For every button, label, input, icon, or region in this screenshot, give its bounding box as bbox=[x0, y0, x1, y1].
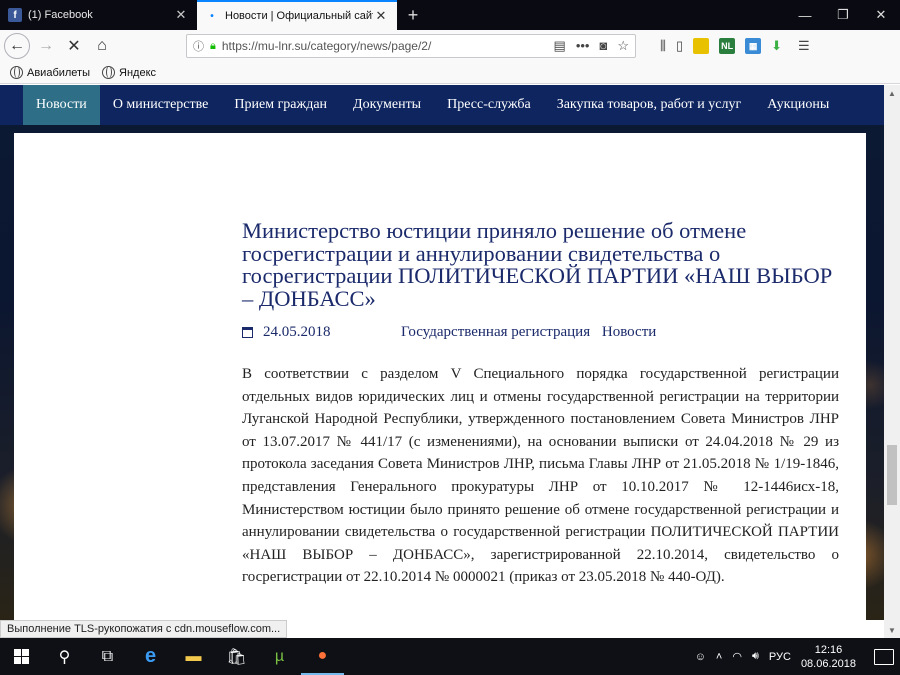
nav-item-reception[interactable]: Прием граждан bbox=[221, 85, 340, 125]
scrollbar-thumb[interactable] bbox=[887, 445, 897, 505]
forward-button[interactable]: → bbox=[32, 32, 60, 60]
page-viewport: Новости О министерстве Прием граждан Док… bbox=[0, 85, 884, 620]
tray-chevron-icon[interactable]: ˄ bbox=[716, 651, 722, 663]
bookmark-yandex[interactable]: Яндекс bbox=[102, 66, 156, 79]
info-icon[interactable]: ⓘ bbox=[193, 38, 204, 54]
file-explorer-icon[interactable]: ▬ bbox=[172, 638, 215, 675]
globe-icon bbox=[102, 66, 116, 79]
browser-tab-bar: f (1) Facebook ✕ • Новости | Официальный… bbox=[0, 0, 900, 30]
extension-flag-icon[interactable] bbox=[693, 38, 710, 54]
site-main-nav: Новости О министерстве Прием граждан Док… bbox=[0, 85, 884, 125]
calendar-icon bbox=[242, 327, 253, 338]
scroll-up-icon[interactable]: ▲ bbox=[884, 85, 900, 101]
tab-facebook[interactable]: f (1) Facebook ✕ bbox=[0, 0, 197, 30]
clock-date: 08.06.2018 bbox=[800, 657, 856, 670]
bookmark-aviabilety[interactable]: Авиабилеты bbox=[10, 66, 90, 79]
article-body: В соответствии с разделом V Специального… bbox=[242, 366, 839, 586]
download-icon[interactable]: ⬇ bbox=[771, 38, 782, 54]
address-bar[interactable]: ⓘ 🔒︎ https://mu-lnr.su/category/news/pag… bbox=[186, 34, 636, 58]
facebook-icon: f bbox=[8, 8, 22, 22]
search-icon[interactable]: ⚲ bbox=[43, 638, 86, 675]
notifications-icon[interactable] bbox=[874, 648, 894, 665]
home-button[interactable]: ⌂ bbox=[88, 32, 116, 60]
tab-title: Новости | Официальный сайт bbox=[225, 10, 373, 22]
edge-icon[interactable]: e bbox=[129, 638, 172, 675]
firefox-icon[interactable]: ● bbox=[301, 638, 344, 675]
close-tab-icon[interactable]: ✕ bbox=[173, 7, 189, 23]
vertical-scrollbar[interactable]: ▲ ▼ bbox=[884, 85, 900, 638]
people-icon[interactable]: ☺ bbox=[695, 651, 706, 663]
article-date: 24.05.2018 bbox=[263, 324, 331, 340]
bookmark-label: Авиабилеты bbox=[27, 66, 91, 79]
browser-toolbar: ← → ✕ ⌂ ⓘ 🔒︎ https://mu-lnr.su/category/… bbox=[0, 30, 900, 62]
reader-view-icon[interactable]: ▤ bbox=[554, 38, 566, 54]
volume-icon[interactable]: 🔊︎ bbox=[752, 650, 759, 663]
store-icon[interactable]: 🛍︎ bbox=[215, 638, 258, 675]
globe-icon bbox=[10, 66, 23, 79]
bookmark-label: Яндекс bbox=[119, 66, 157, 79]
windows-logo-icon bbox=[14, 649, 29, 664]
status-bar: Выполнение TLS-рукопожатия с cdn.mousefl… bbox=[0, 620, 288, 638]
nav-item-about[interactable]: О министерстве bbox=[100, 85, 222, 125]
window-controls: — ❐ ✕ bbox=[786, 0, 900, 30]
nav-item-news[interactable]: Новости bbox=[23, 85, 100, 125]
loading-dot-icon: • bbox=[210, 10, 214, 22]
minimize-icon[interactable]: — bbox=[786, 0, 824, 30]
back-button[interactable]: ← bbox=[4, 33, 30, 59]
start-button[interactable] bbox=[0, 638, 43, 675]
lock-icon: 🔒︎ bbox=[210, 39, 216, 52]
scroll-down-icon[interactable]: ▼ bbox=[884, 622, 900, 638]
utorrent-icon[interactable]: µ bbox=[258, 638, 301, 675]
network-icon[interactable]: ◠ bbox=[732, 650, 742, 663]
restore-icon[interactable]: ❐ bbox=[824, 0, 862, 30]
bookmark-star-icon[interactable]: ☆ bbox=[617, 38, 629, 54]
nav-item-procurement[interactable]: Закупка товаров, работ и услуг bbox=[544, 85, 755, 125]
pocket-icon[interactable]: ◙ bbox=[599, 38, 607, 54]
menu-icon[interactable]: ☰ bbox=[798, 38, 810, 54]
task-view-icon[interactable]: ⧉ bbox=[86, 638, 129, 675]
extension-grid-icon[interactable]: ▦ bbox=[745, 38, 762, 54]
close-tab-icon[interactable]: ✕ bbox=[373, 8, 389, 24]
article-title[interactable]: Министерство юстиции приняло решение об … bbox=[242, 219, 839, 310]
extension-nl-icon[interactable]: NL bbox=[719, 38, 736, 54]
stop-button[interactable]: ✕ bbox=[60, 32, 88, 60]
library-icon[interactable]: ⫼ bbox=[660, 38, 666, 54]
tab-title: (1) Facebook bbox=[28, 9, 93, 21]
page-actions-icon[interactable]: ••• bbox=[576, 38, 590, 54]
nav-item-auctions[interactable]: Аукционы bbox=[754, 85, 842, 125]
clock-time: 12:16 bbox=[814, 643, 843, 656]
close-window-icon[interactable]: ✕ bbox=[862, 0, 900, 30]
clock[interactable]: 12:16 08.06.2018 bbox=[801, 643, 856, 671]
tab-news[interactable]: • Новости | Официальный сайт ✕ bbox=[197, 0, 397, 30]
content-panel: Министерство юстиции приняло решение об … bbox=[14, 133, 866, 620]
article-meta: 24.05.2018 Государственная регистрация Н… bbox=[242, 324, 839, 341]
sidebar-icon[interactable]: ▯ bbox=[676, 38, 683, 54]
article: Министерство юстиции приняло решение об … bbox=[242, 219, 839, 589]
category-link-news[interactable]: Новости bbox=[602, 324, 656, 340]
language-indicator[interactable]: РУС bbox=[769, 651, 791, 663]
bookmarks-bar: Авиабилеты Яндекс bbox=[0, 62, 900, 84]
nav-item-press[interactable]: Пресс-служба bbox=[434, 85, 544, 125]
system-tray: ☺ ˄ ◠ 🔊︎ РУС 12:16 08.06.2018 bbox=[695, 643, 900, 671]
new-tab-button[interactable]: + bbox=[397, 0, 429, 30]
windows-taskbar: ⚲ ⧉ e ▬ 🛍︎ µ ● ☺ ˄ ◠ 🔊︎ РУС 12:16 08.06.… bbox=[0, 638, 900, 675]
url-text[interactable]: https://mu-lnr.su/category/news/page/2/ bbox=[222, 39, 554, 53]
nav-item-documents[interactable]: Документы bbox=[340, 85, 434, 125]
category-link-registration[interactable]: Государственная регистрация bbox=[401, 324, 590, 340]
